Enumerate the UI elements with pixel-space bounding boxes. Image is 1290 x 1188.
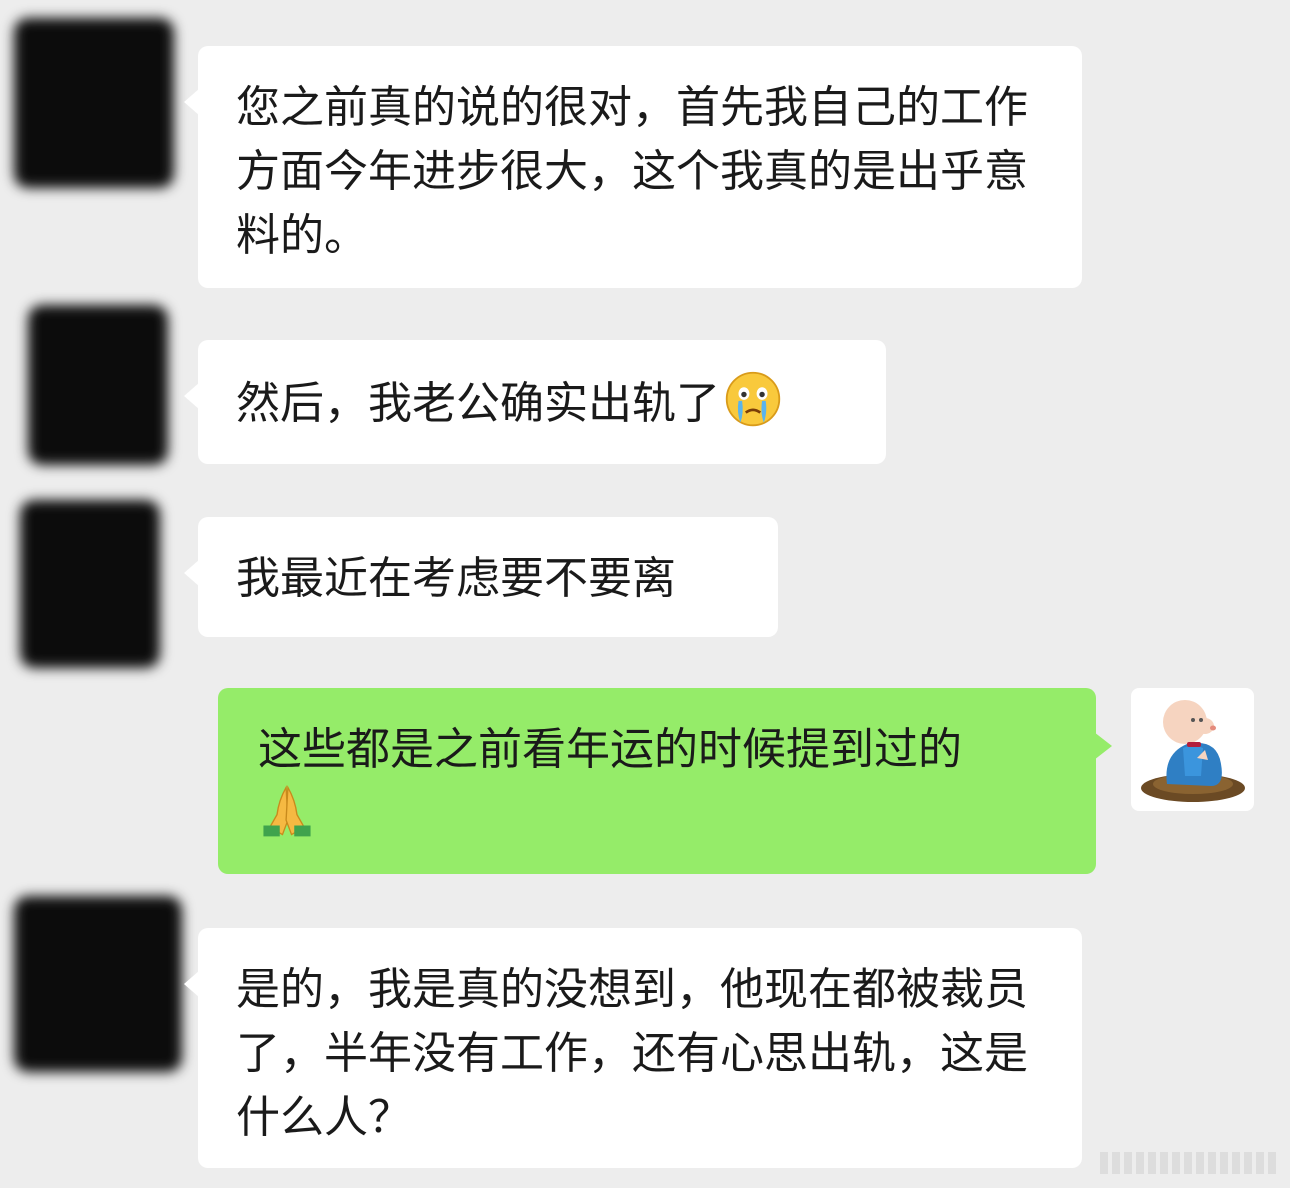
redacted-avatar — [14, 18, 174, 188]
message-text: 这些都是之前看年运的时候提到过的 — [258, 724, 962, 775]
redacted-avatar — [14, 896, 182, 1072]
user-avatar[interactable] — [1131, 688, 1254, 811]
redacted-avatar — [28, 305, 168, 465]
message-text: 我最近在考虑要不要离 — [236, 553, 676, 604]
watermark — [1100, 1152, 1280, 1174]
message-text: 您之前真的说的很对，首先我自己的工作方面今年进步很大，这个我真的是出乎意料的。 — [236, 82, 1028, 261]
message-text: 然后，我老公确实出轨了 — [236, 378, 720, 429]
incoming-message-bubble[interactable]: 我最近在考虑要不要离 — [184, 517, 778, 637]
outgoing-message-bubble[interactable]: 这些都是之前看年运的时候提到过的 — [218, 688, 1112, 874]
redacted-avatar — [20, 500, 160, 668]
folded-hands-icon — [263, 785, 311, 837]
monk-sticker-icon — [1141, 700, 1245, 802]
incoming-message-bubble[interactable]: 然后，我老公确实出轨了 — [184, 340, 886, 464]
incoming-message-bubble[interactable]: 您之前真的说的很对，首先我自己的工作方面今年进步很大，这个我真的是出乎意料的。 — [184, 46, 1082, 288]
message-text: 是的，我是真的没想到，他现在都被裁员了，半年没有工作，还有心思出轨，这是什么人？ — [236, 964, 1028, 1143]
chat-thread: 您之前真的说的很对，首先我自己的工作方面今年进步很大，这个我真的是出乎意料的。 … — [0, 0, 1290, 1188]
crying-face-icon — [725, 371, 781, 427]
incoming-message-bubble[interactable]: 是的，我是真的没想到，他现在都被裁员了，半年没有工作，还有心思出轨，这是什么人？ — [184, 928, 1082, 1168]
